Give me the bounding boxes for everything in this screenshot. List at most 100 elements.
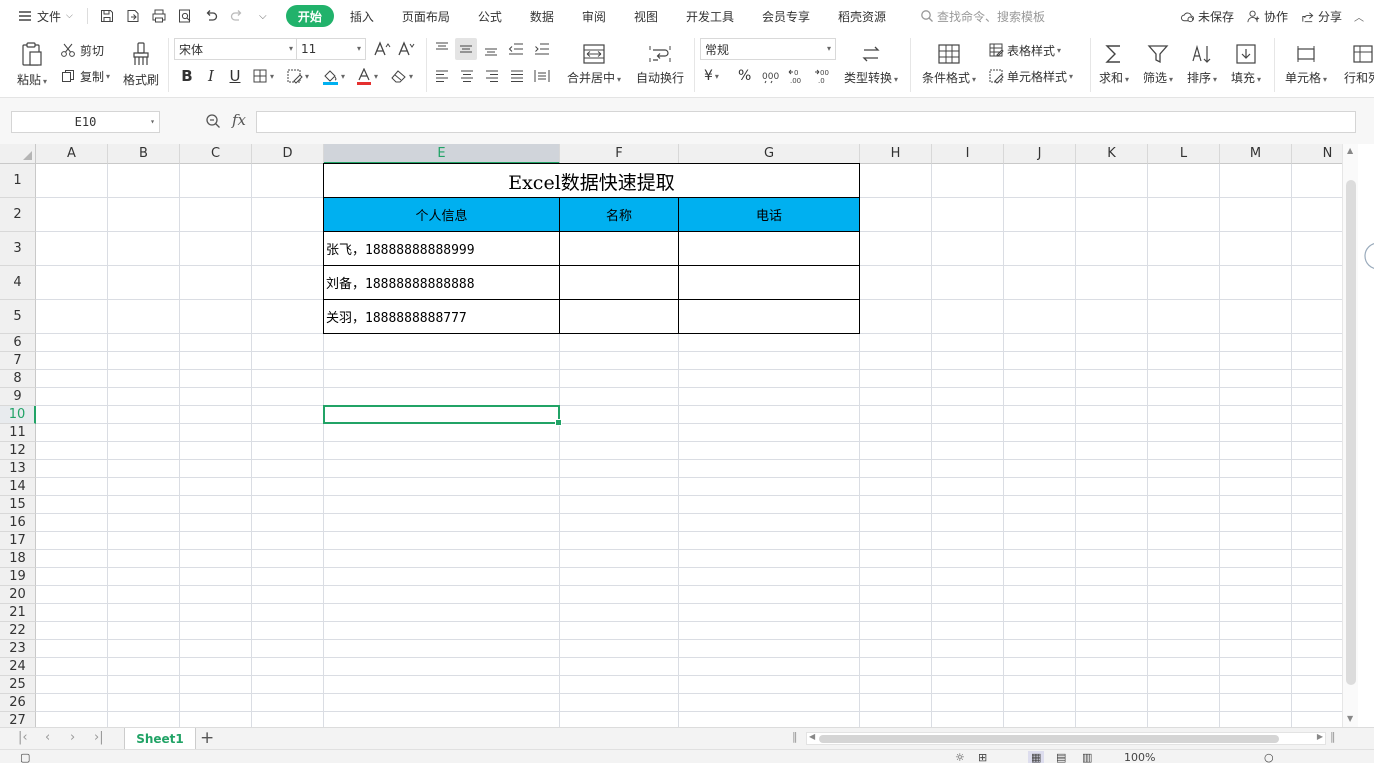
row-header-17[interactable]: 17 (0, 532, 36, 550)
row-col-button[interactable]: 行和列 (1338, 38, 1374, 90)
macro-record-icon[interactable]: ▢ (20, 751, 30, 763)
font-color-button[interactable]: ▾ (356, 66, 378, 86)
undo-icon[interactable] (203, 8, 219, 24)
column-header-f[interactable]: F (560, 144, 679, 164)
table-cell[interactable] (559, 231, 679, 266)
align-bottom-button[interactable] (482, 40, 500, 58)
row-header-6[interactable]: 6 (0, 334, 36, 352)
eye-protection-icon[interactable]: ☼ (955, 751, 965, 763)
align-top-button[interactable] (433, 40, 451, 58)
align-center-button[interactable] (458, 67, 476, 85)
tab-5[interactable]: 审阅 (570, 5, 618, 27)
font-size-select[interactable]: 11 ▾ (296, 38, 366, 60)
cell-style-button[interactable]: ▾ (286, 66, 309, 86)
clear-button[interactable]: ▾ (390, 66, 413, 86)
row-header-11[interactable]: 11 (0, 424, 36, 442)
table-cell[interactable]: 刘备，18888888888888 (323, 265, 560, 300)
currency-button[interactable]: ¥ ▾ (704, 66, 719, 86)
row-header-2[interactable]: 2 (0, 198, 36, 232)
column-header-i[interactable]: I (932, 144, 1004, 164)
column-header-c[interactable]: C (180, 144, 252, 164)
decrease-font-button[interactable] (396, 40, 416, 58)
zoom-level[interactable]: 100% (1124, 751, 1155, 763)
font-name-select[interactable]: 宋体 ▾ (174, 38, 298, 60)
cell-button[interactable]: 单元格 ▾ (1282, 38, 1330, 90)
increase-decimal-button[interactable]: 0.00 (788, 66, 806, 86)
row-header-4[interactable]: 4 (0, 266, 36, 300)
column-header-g[interactable]: G (679, 144, 860, 164)
save-icon[interactable] (99, 8, 115, 24)
paste-button[interactable]: 粘贴 ▾ (14, 38, 50, 90)
tab-9[interactable]: 稻壳资源 (826, 5, 898, 27)
border-button[interactable]: ▾ (252, 66, 274, 86)
command-search[interactable]: 查找命令、搜索模板 (920, 8, 1045, 25)
select-all-corner[interactable] (0, 144, 36, 164)
active-cell-selection[interactable] (323, 405, 562, 426)
horizontal-scrollbar[interactable]: ◀ ▶ (806, 732, 1326, 745)
export-icon[interactable] (125, 8, 141, 24)
spreadsheet-grid[interactable]: ABCDEFGHIJKLMN 1 2 3 4 5 6 7 8 9 10 11 12 13 14 15 16 17… (0, 144, 1342, 727)
table-cell[interactable] (559, 265, 679, 300)
table-cell[interactable] (678, 231, 860, 266)
column-header-a[interactable]: A (36, 144, 108, 164)
bold-button[interactable]: B (178, 66, 196, 86)
table-cell[interactable]: 张飞，18888888888999 (323, 231, 560, 266)
add-sheet-button[interactable]: + (200, 728, 214, 748)
column-header-n[interactable]: N (1292, 144, 1342, 164)
percent-button[interactable]: % (738, 66, 751, 86)
formula-input[interactable] (256, 111, 1356, 133)
row-header-25[interactable]: 25 (0, 676, 36, 694)
align-left-button[interactable] (433, 67, 451, 85)
fill-button[interactable]: 填充 ▾ (1226, 38, 1266, 90)
next-sheet-icon[interactable]: › (70, 730, 75, 745)
decrease-decimal-button[interactable]: 00.0 (814, 66, 832, 86)
type-convert-button[interactable]: 类型转换 ▾ (840, 38, 902, 90)
row-header-12[interactable]: 12 (0, 442, 36, 460)
row-header-5[interactable]: 5 (0, 300, 36, 334)
vertical-scrollbar[interactable]: ▲ ▼ (1342, 144, 1358, 727)
filter-button[interactable]: 筛选 ▾ (1138, 38, 1178, 90)
redo-icon[interactable] (229, 8, 245, 24)
page-break-view-icon[interactable]: ▥ (1082, 751, 1092, 763)
copy-button[interactable]: 复制 ▾ (60, 66, 110, 86)
number-format-select[interactable]: 常规 ▾ (700, 38, 836, 60)
row-header-27[interactable]: 27 (0, 712, 36, 727)
wrap-text-button[interactable]: 自动换行 (632, 38, 688, 90)
title-cell[interactable]: Excel数据快速提取 (323, 163, 860, 198)
merge-center-button[interactable]: 合并居中 ▾ (563, 38, 625, 90)
print-preview-icon[interactable] (177, 8, 193, 24)
row-header-16[interactable]: 16 (0, 514, 36, 532)
view-mode-icon[interactable]: ⊞ (978, 751, 987, 763)
tab-3[interactable]: 公式 (466, 5, 514, 27)
tab-4[interactable]: 数据 (518, 5, 566, 27)
row-header-8[interactable]: 8 (0, 370, 36, 388)
tab-8[interactable]: 会员专享 (750, 5, 822, 27)
horizontal-scroll-thumb[interactable] (819, 735, 1279, 743)
table-cell[interactable] (678, 299, 860, 334)
tab-2[interactable]: 页面布局 (390, 5, 462, 27)
tab-6[interactable]: 视图 (622, 5, 670, 27)
row-header-1[interactable]: 1 (0, 164, 36, 198)
row-header-10[interactable]: 10 (0, 406, 36, 424)
fill-color-button[interactable]: ▾ (322, 66, 345, 86)
increase-font-button[interactable] (372, 40, 392, 58)
table-cell[interactable] (678, 265, 860, 300)
cut-button[interactable]: 剪切 (60, 40, 104, 60)
align-middle-button[interactable] (455, 38, 477, 60)
increase-indent-button[interactable] (532, 40, 552, 58)
row-header-23[interactable]: 23 (0, 640, 36, 658)
scroll-left-icon[interactable]: ◀ (809, 732, 815, 741)
scroll-down-icon[interactable]: ▼ (1347, 714, 1353, 723)
vertical-scroll-thumb[interactable] (1346, 180, 1356, 685)
file-menu[interactable]: 文件 ⌵ (0, 5, 81, 27)
quick-access-more-icon[interactable]: ⌵ (255, 8, 271, 24)
share-button[interactable]: 分享 (1300, 8, 1342, 25)
tab-0[interactable]: 开始 (285, 5, 334, 27)
row-header-21[interactable]: 21 (0, 604, 36, 622)
table-style-button[interactable]: 表格样式 ▾ (988, 40, 1061, 60)
tab-split-handle[interactable]: ‖ (792, 730, 798, 743)
column-header-k[interactable]: K (1076, 144, 1148, 164)
zoom-icon[interactable] (205, 113, 221, 129)
row-header-13[interactable]: 13 (0, 460, 36, 478)
row-header-26[interactable]: 26 (0, 694, 36, 712)
